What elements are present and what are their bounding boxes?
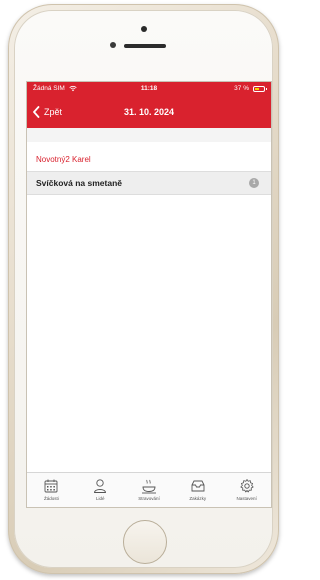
person-icon — [94, 479, 107, 493]
chevron-left-icon — [33, 106, 40, 118]
app-header: Žádná SIM 11:18 37 % Zpět 31. 10. 2024 — [27, 82, 271, 128]
home-button[interactable] — [123, 520, 167, 564]
earpiece-speaker — [124, 44, 166, 48]
inbox-icon — [191, 480, 205, 492]
back-button[interactable]: Zpět — [32, 100, 62, 124]
page-title: 31. 10. 2024 — [123, 107, 175, 117]
list-item[interactable]: Svíčková na smetaně 1 — [27, 171, 271, 195]
tab-orders[interactable]: Zakázky — [173, 473, 222, 507]
main-content: Novotný2 Karel Svíčková na smetaně 1 — [27, 128, 271, 472]
tab-label: Nastavení — [236, 496, 257, 501]
food-icon — [141, 479, 156, 494]
section-spacer — [27, 128, 271, 142]
tab-bar: Žádosti Lidé Stravování Zakázky Nastaven… — [27, 472, 271, 507]
battery-percentage: 37 % — [234, 85, 249, 92]
tab-settings[interactable]: Nastavení — [222, 473, 271, 507]
tab-label: Žádosti — [44, 496, 59, 501]
section-header-person: Novotný2 Karel — [36, 155, 91, 164]
gear-icon — [239, 479, 254, 493]
tab-dining[interactable]: Stravování — [125, 473, 174, 507]
tab-people[interactable]: Lidé — [76, 473, 125, 507]
status-bar: Žádná SIM 11:18 37 % — [27, 82, 271, 96]
tab-label: Zakázky — [189, 496, 207, 501]
calendar-icon — [44, 479, 58, 493]
count-badge: 1 — [249, 178, 259, 188]
meal-name: Svíčková na smetaně — [36, 178, 122, 188]
navigation-bar: Zpět 31. 10. 2024 — [27, 100, 271, 124]
screen: Žádná SIM 11:18 37 % Zpět 31. 10. 2024 N… — [27, 82, 271, 507]
back-label: Zpět — [44, 107, 63, 117]
tab-label: Lidé — [95, 496, 105, 501]
tab-label: Stravování — [138, 496, 160, 501]
camera-dot — [141, 26, 147, 32]
battery-icon — [253, 86, 267, 92]
front-camera — [110, 42, 116, 48]
tab-requests[interactable]: Žádosti — [27, 473, 76, 507]
